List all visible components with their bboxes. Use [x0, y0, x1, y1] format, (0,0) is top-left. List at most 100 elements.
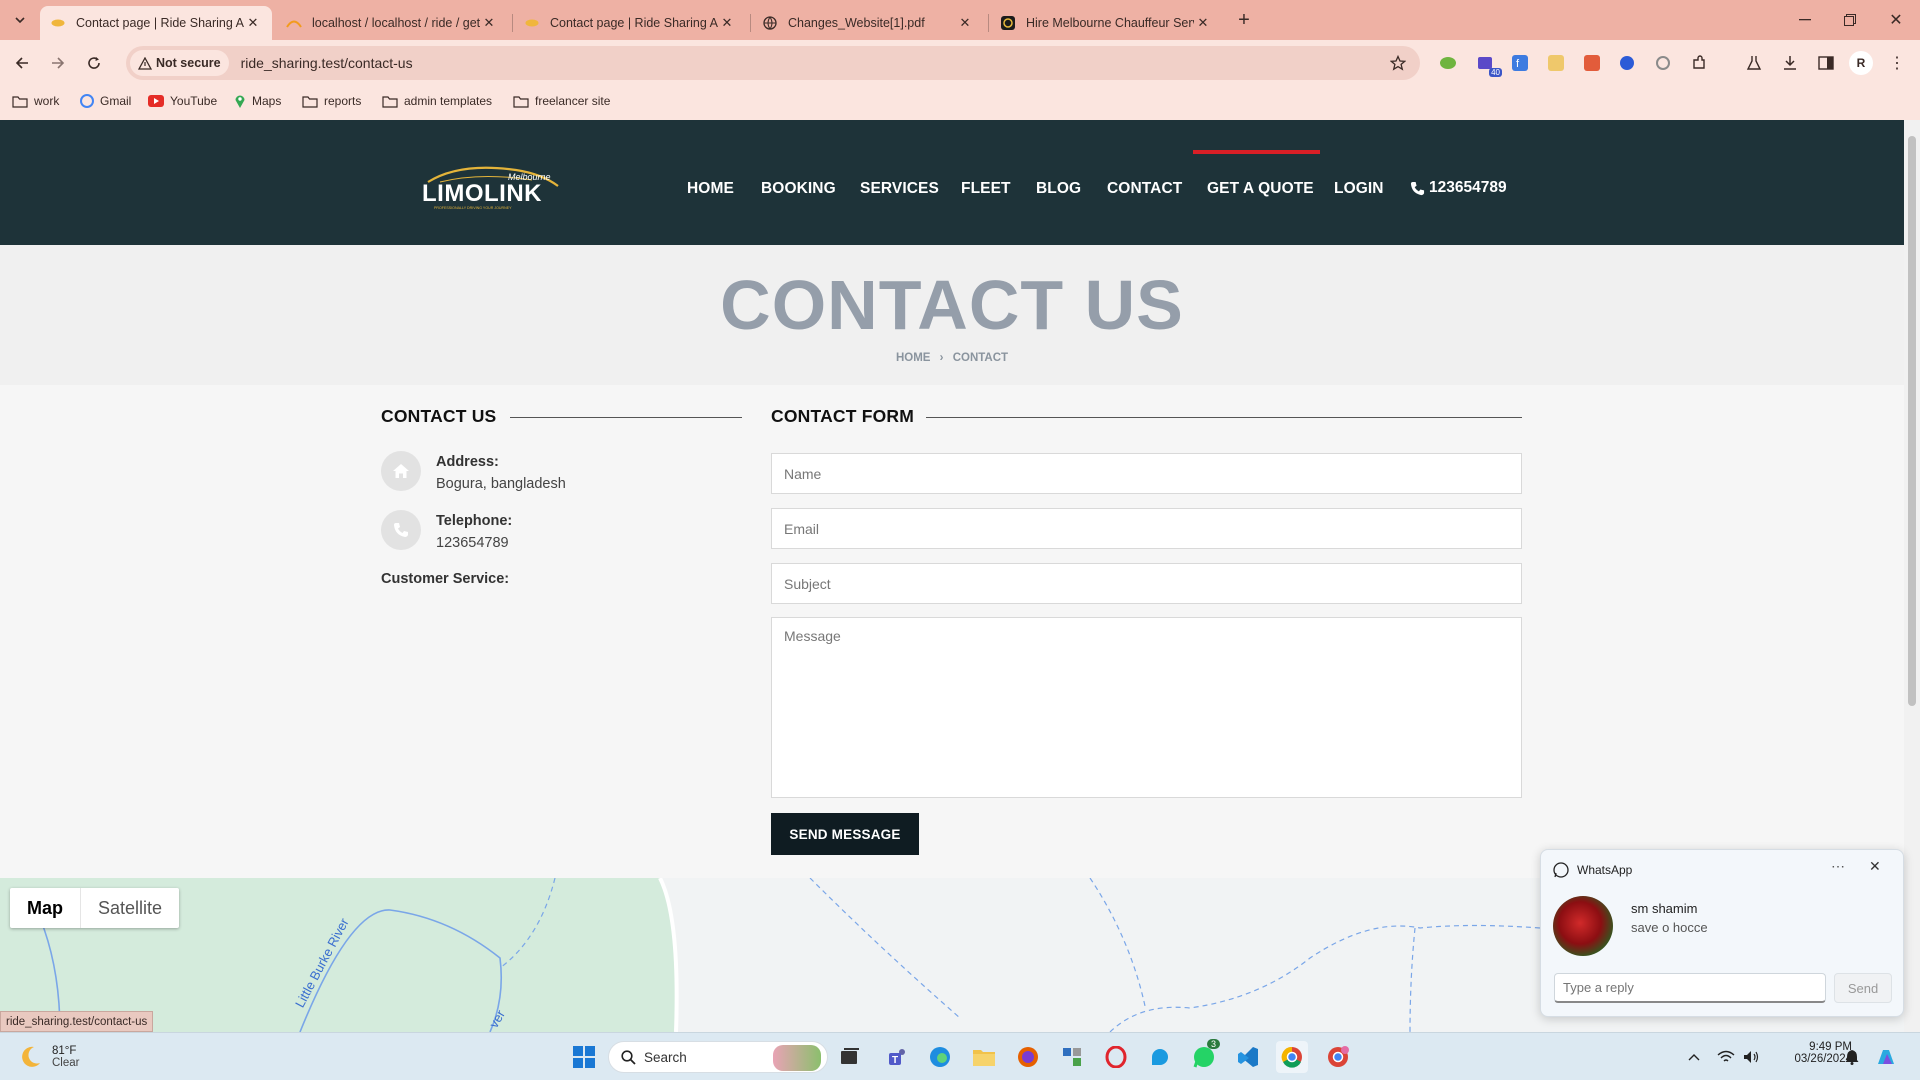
reply-input[interactable] — [1554, 973, 1826, 1003]
firefox-icon[interactable] — [1012, 1041, 1044, 1073]
not-secure-label: Not secure — [156, 56, 221, 70]
teams-icon[interactable]: T — [882, 1041, 914, 1073]
site-security-chip[interactable]: Not secure — [130, 50, 229, 76]
notification-close-icon[interactable]: ✕ — [1869, 858, 1881, 875]
bookmark-admin-templates[interactable]: admin templates — [382, 90, 492, 112]
bookmark-star-icon[interactable] — [1386, 51, 1410, 75]
taskbar-search[interactable]: Search — [608, 1041, 828, 1073]
send-message-button[interactable]: SEND MESSAGE — [771, 813, 919, 855]
tab-close-icon[interactable]: ✕ — [1194, 15, 1212, 31]
nav-services[interactable]: SERVICES — [860, 180, 939, 198]
file-explorer-icon[interactable] — [968, 1041, 1000, 1073]
site-logo[interactable]: Melbourne LIMOLINK PROFESSIONALLY DRIVIN… — [420, 160, 560, 210]
download-icon[interactable] — [1778, 51, 1802, 75]
windows-start-icon[interactable] — [568, 1041, 600, 1073]
tab-hire-melbourne[interactable]: Hire Melbourne Chauffeur Serv ✕ — [990, 6, 1222, 40]
forward-icon[interactable] — [46, 51, 70, 75]
whatsapp-badge: 3 — [1206, 1039, 1220, 1049]
tab-close-icon[interactable]: ✕ — [718, 15, 736, 31]
task-view-icon[interactable] — [834, 1041, 866, 1073]
close-window-icon[interactable]: ✕ — [1884, 8, 1908, 32]
chauffeur-favicon-icon — [1000, 15, 1016, 31]
notification-bell-icon[interactable] — [1836, 1041, 1868, 1073]
menu-kebab-icon[interactable]: ⋮ — [1885, 51, 1909, 75]
extension-badge-icon[interactable]: 40 — [1474, 51, 1502, 77]
scrollbar-thumb[interactable] — [1908, 136, 1916, 706]
search-highlight-image — [773, 1045, 821, 1071]
extension-blue-circle-icon[interactable] — [1615, 51, 1639, 75]
page-scrollbar[interactable] — [1904, 120, 1920, 1032]
nav-contact[interactable]: CONTACT — [1107, 180, 1182, 198]
sender-avatar — [1553, 896, 1613, 956]
chrome-icon[interactable] — [1276, 1041, 1308, 1073]
bookmark-reports[interactable]: reports — [302, 90, 361, 112]
contact-info-heading: CONTACT US — [381, 406, 497, 426]
folder-icon — [513, 95, 529, 108]
more-options-icon[interactable]: ⋯ — [1831, 858, 1845, 875]
bookmark-maps[interactable]: Maps — [234, 90, 281, 112]
address-bar[interactable]: Not secure ride_sharing.test/contact-us — [126, 46, 1420, 80]
extension-tools-icon[interactable] — [1544, 51, 1568, 75]
extension-f-icon[interactable]: f — [1508, 51, 1532, 75]
whatsapp-icon — [1553, 862, 1569, 878]
map-view-button[interactable]: Map — [10, 888, 81, 928]
tray-chevron-icon[interactable] — [1678, 1041, 1710, 1073]
folder-icon — [12, 95, 28, 108]
restore-icon[interactable] — [1838, 8, 1862, 32]
chrome-profile-icon[interactable] — [1322, 1041, 1354, 1073]
tab-close-icon[interactable]: ✕ — [244, 15, 262, 31]
tab-phpmyadmin[interactable]: localhost / localhost / ride / get ✕ — [276, 6, 508, 40]
extensions-puzzle-icon[interactable] — [1687, 51, 1711, 75]
nav-booking[interactable]: BOOKING — [761, 180, 836, 198]
minimize-icon[interactable] — [1793, 8, 1817, 32]
labs-flask-icon[interactable] — [1742, 51, 1766, 75]
bookmark-gmail[interactable]: Gmail — [80, 90, 131, 112]
tab-close-icon[interactable]: ✕ — [956, 15, 974, 31]
name-input[interactable] — [771, 453, 1522, 494]
telephone-value: 123654789 — [436, 535, 509, 551]
subject-input[interactable] — [771, 563, 1522, 604]
extension-sync-icon[interactable] — [1651, 51, 1675, 75]
extension-green-icon[interactable] — [1436, 51, 1460, 75]
vscode-icon[interactable] — [1232, 1041, 1264, 1073]
profile-avatar[interactable]: R — [1849, 51, 1873, 75]
breadcrumb-home[interactable]: HOME — [896, 352, 931, 364]
volume-icon[interactable] — [1736, 1041, 1768, 1073]
extension-red-icon[interactable] — [1580, 51, 1604, 75]
new-tab-icon[interactable]: + — [1232, 8, 1256, 32]
message-textarea[interactable] — [771, 617, 1522, 798]
url-text[interactable]: ride_sharing.test/contact-us — [241, 55, 413, 71]
whatsapp-taskbar-icon[interactable]: 3 — [1188, 1039, 1220, 1073]
tab-search-icon[interactable] — [8, 8, 32, 32]
reload-icon[interactable] — [82, 51, 106, 75]
bookmark-freelancer-site[interactable]: freelancer site — [513, 90, 610, 112]
nav-login[interactable]: LOGIN — [1334, 180, 1384, 198]
copilot-icon[interactable] — [1870, 1041, 1902, 1073]
side-panel-icon[interactable] — [1814, 51, 1838, 75]
logo-main-text: LIMOLINK — [422, 180, 542, 207]
weather-widget[interactable]: 81°F Clear — [16, 1043, 79, 1071]
edge-icon[interactable] — [924, 1041, 956, 1073]
nav-fleet[interactable]: FLEET — [961, 180, 1011, 198]
tab-pdf[interactable]: Changes_Website[1].pdf ✕ — [752, 6, 984, 40]
nav-get-a-quote[interactable]: GET A QUOTE — [1207, 180, 1314, 198]
opera-icon[interactable] — [1100, 1041, 1132, 1073]
status-bar-url: ride_sharing.test/contact-us — [0, 1011, 154, 1032]
tab-contact-page[interactable]: Contact page | Ride Sharing Ap ✕ — [514, 6, 746, 40]
satellite-view-button[interactable]: Satellite — [81, 888, 179, 928]
send-reply-button[interactable]: Send — [1834, 973, 1892, 1003]
tab-close-icon[interactable]: ✕ — [480, 15, 498, 31]
nav-home[interactable]: HOME — [687, 180, 734, 198]
network-tool-icon[interactable] — [1056, 1041, 1088, 1073]
search-icon — [621, 1049, 636, 1065]
app-chat-icon[interactable] — [1144, 1041, 1176, 1073]
nav-blog[interactable]: BLOG — [1036, 180, 1081, 198]
moon-icon — [22, 1046, 40, 1067]
bookmark-youtube[interactable]: YouTube — [148, 90, 217, 112]
tab-contact-page-active[interactable]: Contact page | Ride Sharing Ap ✕ — [40, 6, 272, 40]
email-input[interactable] — [771, 508, 1522, 549]
bookmark-work[interactable]: work — [12, 90, 59, 112]
back-icon[interactable] — [10, 51, 34, 75]
nav-phone[interactable]: 123654789 — [1410, 179, 1507, 197]
whatsapp-notification[interactable]: WhatsApp ⋯ ✕ sm shamim save o hocce Send — [1540, 849, 1904, 1017]
